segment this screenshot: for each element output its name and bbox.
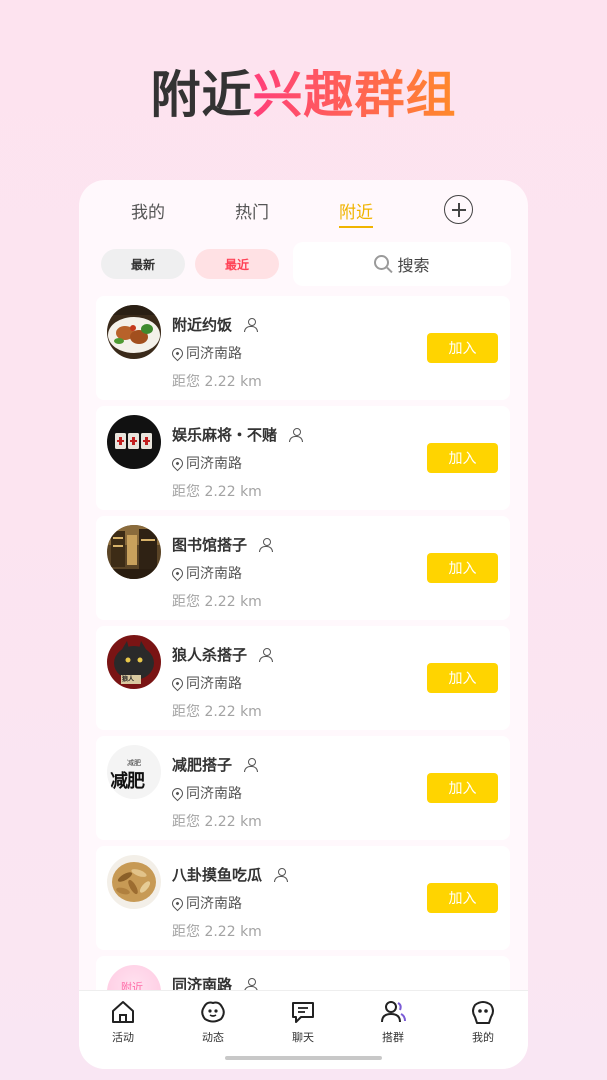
group-location: 同济南路 [169,563,242,583]
join-button[interactable]: 加入 [427,443,498,473]
tabbar-item-activity[interactable]: 活动 [93,999,153,1045]
group-distance: 距您 2.22 km [172,374,262,390]
tabbar-item-moments[interactable]: 动态 [183,999,243,1045]
search-input[interactable]: 搜索 [293,242,511,286]
group-location: 同济南路 [169,893,242,913]
group-card[interactable]: 减肥 减肥 减肥搭子 同济南路 距您 2.22 km 加入 [96,736,510,840]
group-avatar-mahjong [107,415,161,469]
location-pin-icon [169,675,186,691]
tab-mine[interactable]: 我的 [131,198,165,223]
group-avatar-diet: 减肥 减肥 [107,745,161,799]
location-text: 同济南路 [186,346,242,362]
group-name-text: 附近约饭 [172,316,233,334]
join-button[interactable]: 加入 [427,333,498,363]
join-button[interactable]: 加入 [427,553,498,583]
tabbar-label: 活动 [112,1031,134,1044]
group-avatar-melon-seeds [107,855,161,909]
group-card[interactable]: 娱乐麻将・不赌 同济南路 距您 2.22 km 加入 [96,406,510,510]
filter-newest-button[interactable]: 最新 [101,249,185,279]
home-indicator [225,1056,382,1060]
search-placeholder: 搜索 [397,256,430,275]
group-name-text: 狼人杀搭子 [172,646,248,664]
location-text: 同济南路 [186,896,242,912]
werewolf-sign-text: 狼人 [122,676,135,683]
join-button[interactable]: 加入 [427,883,498,913]
tab-nearby[interactable]: 附近 [339,198,373,228]
group-card[interactable]: 八卦摸鱼吃瓜 同济南路 距您 2.22 km 加入 [96,846,510,950]
group-name-text: 娱乐麻将・不赌 [172,426,278,444]
group-card[interactable]: 狼人 狼人杀搭子 同济南路 距您 2.22 km 加入 [96,626,510,730]
group-name: 减肥搭子 [172,754,259,775]
tabbar-item-profile[interactable]: 我的 [453,999,513,1045]
user-icon [259,647,274,662]
page-headline: 附近兴趣群组 [0,64,607,126]
location-pin-icon [169,455,186,471]
group-location: 同济南路 [169,343,242,363]
group-avatar-library [107,525,161,579]
user-icon [259,537,274,552]
group-name: 附近约饭 [172,314,259,335]
location-text: 同济南路 [186,786,242,802]
location-text: 同济南路 [186,676,242,692]
home-icon [112,1001,134,1023]
location-pin-icon [169,895,186,911]
group-location: 同济南路 [169,673,242,693]
group-avatar-werewolf: 狼人 [107,635,161,689]
group-name: 娱乐麻将・不赌 [172,424,304,445]
group-name: 图书馆搭子 [172,534,274,555]
chat-icon [292,1002,314,1023]
group-distance: 距您 2.22 km [172,594,262,610]
user-icon [244,317,259,332]
headline-dark-part: 附近 [150,66,253,124]
diet-big-text: 减肥 [110,771,145,792]
filter-recent-button[interactable]: 最近 [195,249,279,279]
top-tab-bar: 我的 热门 附近 [79,180,528,240]
join-button[interactable]: 加入 [427,663,498,693]
search-icon [374,254,390,270]
user-icon [274,867,289,882]
group-distance: 距您 2.22 km [172,704,262,720]
group-card[interactable]: 附近约饭 同济南路 距您 2.22 km 加入 [96,296,510,400]
tabbar-label: 搭群 [382,1031,404,1044]
group-name: 狼人杀搭子 [172,644,274,665]
location-text: 同济南路 [186,566,242,582]
profile-icon [472,1001,494,1024]
moments-icon [201,1001,225,1023]
location-pin-icon [169,785,186,801]
group-distance: 距您 2.22 km [172,924,262,940]
group-name-text: 八卦摸鱼吃瓜 [172,866,263,884]
group-card[interactable]: 图书馆搭子 同济南路 距您 2.22 km 加入 [96,516,510,620]
group-avatar-food [107,305,161,359]
user-icon [244,757,259,772]
tabbar-label: 聊天 [292,1031,314,1044]
group-distance: 距您 2.22 km [172,814,262,830]
group-distance: 距您 2.22 km [172,484,262,500]
user-icon [289,427,304,442]
tab-hot[interactable]: 热门 [235,198,269,223]
location-pin-icon [169,565,186,581]
group-icon [381,1001,406,1023]
group-location: 同济南路 [169,783,242,803]
tabbar-item-chat[interactable]: 聊天 [273,999,333,1045]
location-text: 同济南路 [186,456,242,472]
add-group-button[interactable] [444,195,473,224]
tabbar-item-groups[interactable]: 搭群 [363,999,423,1045]
join-button[interactable]: 加入 [427,773,498,803]
app-screen: 我的 热门 附近 最新 最近 搜索 附近约饭 同济南路 距您 2.22 km 加… [79,180,528,1069]
group-name-text: 减肥搭子 [172,756,233,774]
location-pin-icon [169,345,186,361]
tabbar-label: 我的 [472,1031,494,1044]
group-name-text: 图书馆搭子 [172,536,248,554]
group-name: 八卦摸鱼吃瓜 [172,864,289,885]
group-location: 同济南路 [169,453,242,473]
headline-accent-part: 兴趣群组 [252,66,457,124]
tabbar-label: 动态 [202,1031,224,1044]
